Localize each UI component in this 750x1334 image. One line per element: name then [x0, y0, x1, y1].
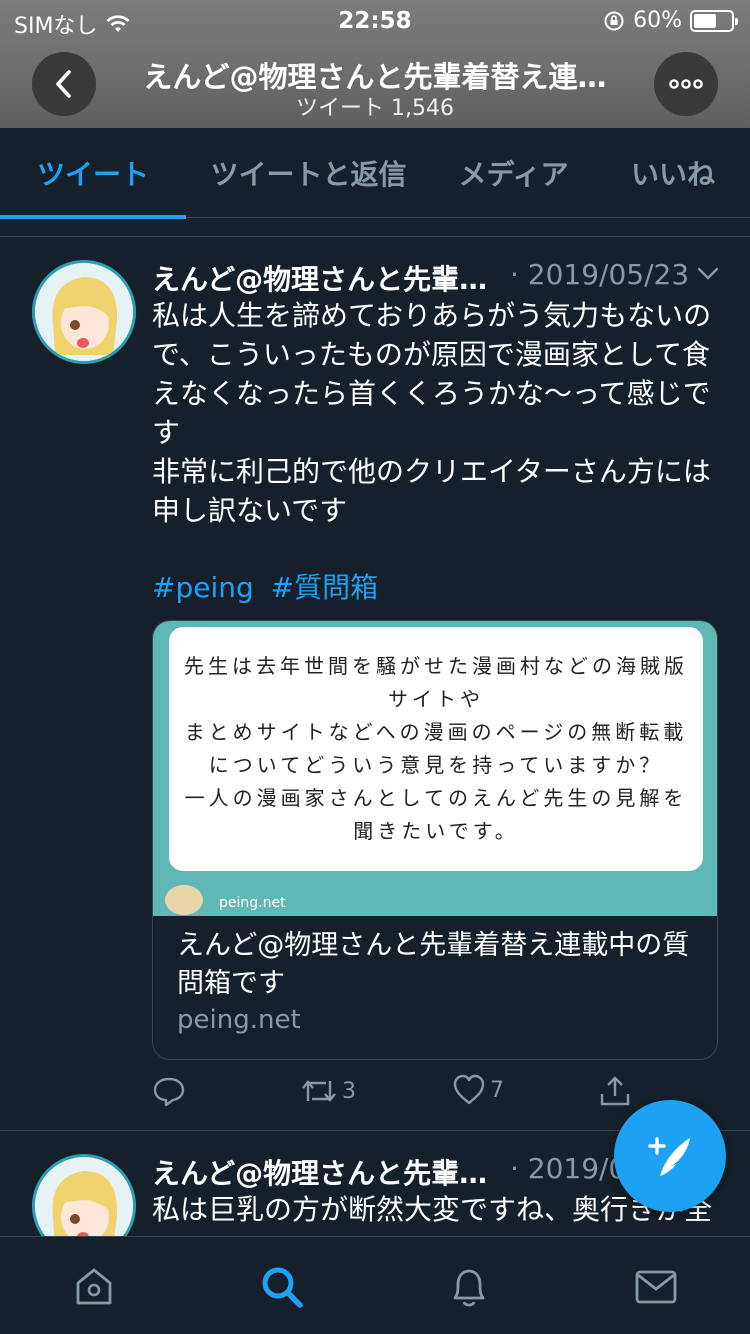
search-icon: [262, 1267, 303, 1308]
tweet-text: 私は人生を諦めておりあらがう気力もないの で、こういったものが原因で漫画家として…: [152, 296, 722, 530]
more-button[interactable]: [654, 52, 718, 116]
tweet-count: ツイート 1,546: [296, 96, 454, 121]
tweet-text-line: 私は人生を諦めておりあらがう気力もないの: [152, 299, 712, 332]
tweet-text-line: 申し訳ないです: [152, 494, 348, 527]
tweet-hashtags: #peing #質問箱: [152, 566, 386, 606]
peing-logo-icon: [165, 885, 203, 915]
reply-button[interactable]: [152, 1074, 186, 1108]
battery-percent: 60%: [633, 8, 682, 33]
back-button[interactable]: [32, 52, 96, 116]
chevron-down-icon[interactable]: [696, 266, 720, 282]
tweet-date[interactable]: · 2019/05/23: [510, 258, 689, 291]
avatar[interactable]: [32, 260, 136, 364]
battery-fill: [694, 13, 716, 28]
back-chevron-icon: [56, 70, 71, 98]
tweet-text-line: 非常に利己的で他のクリエイターさん方には: [152, 455, 711, 488]
hashtag-link[interactable]: #質問箱: [271, 571, 378, 604]
nav-messages[interactable]: [628, 1259, 684, 1315]
avatar-illustration: [35, 263, 133, 361]
status-right: 60%: [603, 8, 738, 33]
compose-tweet-button[interactable]: [614, 1100, 726, 1212]
tweet-text-line: えなくなったら首くくろうかな〜って感じで: [152, 377, 711, 410]
like-button[interactable]: 7: [452, 1074, 504, 1106]
retweet-button[interactable]: 3: [300, 1074, 356, 1108]
tab-tweets-replies[interactable]: ツイートと返信: [186, 128, 431, 218]
link-card[interactable]: 先生は去年世間を騒がせた漫画村などの海賊版 サイトや まとめサイトなどへの漫画の…: [152, 620, 718, 1060]
messages-icon: [635, 1270, 677, 1304]
card-question-line: サイトや: [388, 687, 484, 711]
home-icon: [76, 1268, 112, 1305]
nav-search[interactable]: [254, 1259, 310, 1315]
battery-icon: [690, 9, 738, 32]
card-question-line: まとめサイトなどへの漫画のページの無断転載: [184, 720, 688, 744]
profile-screen: SIMなし 22:58 60% えんど@物理さんと先輩着替え連… ツイート 1,…: [0, 0, 750, 1334]
tweet-text-line: す: [152, 416, 181, 449]
status-bar: SIMなし 22:58 60%: [0, 0, 750, 40]
like-count: 7: [490, 1077, 504, 1103]
timeline-divider: [0, 236, 750, 237]
card-question-line: 聞きたいです。: [353, 819, 519, 843]
notifications-icon: [453, 1269, 485, 1307]
profile-header: SIMなし 22:58 60% えんど@物理さんと先輩着替え連… ツイート 1,…: [0, 0, 750, 128]
card-image-domain: peing.net: [219, 895, 286, 911]
compose-tweet-icon: [648, 1137, 690, 1176]
tab-likes[interactable]: いいね: [596, 128, 750, 218]
more-dots-icon: [669, 79, 703, 89]
tweet-date[interactable]: · 2019/0: [510, 1152, 626, 1185]
card-title: えんど@物理さんと先輩着替え連載中の質問箱です: [177, 930, 690, 999]
tweet-actions: 3 7: [152, 1074, 712, 1114]
like-icon: [453, 1074, 485, 1105]
retweet-icon: [302, 1080, 336, 1102]
tab-tweets[interactable]: ツイート: [0, 128, 186, 219]
reply-icon: [153, 1077, 185, 1107]
tweet-text-line: で、こういったものが原因で漫画家として食: [152, 338, 711, 371]
card-url: peing.net: [177, 1005, 301, 1035]
bottom-nav: [0, 1236, 750, 1334]
card-question-line: 先生は去年世間を騒がせた漫画村などの海賊版: [184, 654, 688, 678]
tab-media[interactable]: メディア: [431, 128, 596, 218]
nav-home[interactable]: [66, 1259, 122, 1315]
retweet-count: 3: [342, 1078, 356, 1104]
tweet-author-name[interactable]: えんど@物理さんと先輩…: [152, 1152, 487, 1192]
profile-tabs: ツイート ツイートと返信 メディア いいね: [0, 128, 750, 219]
tweet-author-name[interactable]: えんど@物理さんと先輩…: [152, 258, 487, 298]
hashtag-link[interactable]: #peing: [152, 571, 254, 604]
card-question-line: についてどういう意見を持っていますか？: [208, 753, 664, 777]
card-question-box: 先生は去年世間を騒がせた漫画村などの海賊版 サイトや まとめサイトなどへの漫画の…: [169, 627, 703, 871]
nav-notifications[interactable]: [441, 1259, 497, 1315]
share-icon: [600, 1076, 630, 1106]
card-image: 先生は去年世間を騒がせた漫画村などの海賊版 サイトや まとめサイトなどへの漫画の…: [153, 621, 717, 916]
share-button[interactable]: [598, 1074, 632, 1108]
card-question-line: 一人の漫画家さんとしてのえんど先生の見解を: [184, 786, 688, 810]
rotation-lock-icon: [604, 11, 624, 30]
